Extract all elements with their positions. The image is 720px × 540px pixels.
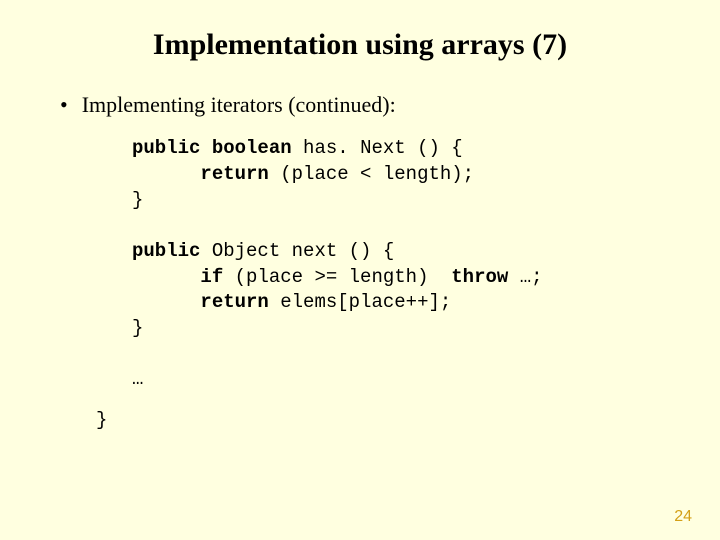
slide-title: Implementation using arrays (7) [54, 28, 666, 62]
keyword-return: return [200, 163, 268, 185]
code-text [132, 163, 200, 185]
code-text: …; [508, 266, 542, 288]
keyword-public: public [132, 240, 200, 262]
code-text: … [132, 368, 143, 390]
slide: Implementation using arrays (7) • Implem… [0, 0, 720, 540]
code-text: (place < length); [269, 163, 474, 185]
code-text: } [132, 317, 143, 339]
keyword-if: if [200, 266, 223, 288]
closing-brace: } [96, 409, 666, 431]
bullet-dot: • [60, 92, 68, 118]
bullet-text: Implementing iterators (continued): [82, 92, 396, 118]
code-text [132, 291, 200, 313]
code-text [132, 266, 200, 288]
bullet-item: • Implementing iterators (continued): [60, 92, 666, 118]
code-block: public boolean has. Next () { return (pl… [132, 136, 666, 392]
code-text: elems[place++]; [269, 291, 451, 313]
code-text: } [132, 189, 143, 211]
code-text: has. Next () { [292, 137, 463, 159]
keyword-return: return [200, 291, 268, 313]
page-number: 24 [674, 508, 692, 526]
keyword-public: public [132, 137, 200, 159]
keyword-boolean: boolean [212, 137, 292, 159]
keyword-throw: throw [451, 266, 508, 288]
code-text: (place >= length) [223, 266, 451, 288]
code-text: Object next () { [200, 240, 394, 262]
code-text [200, 137, 211, 159]
